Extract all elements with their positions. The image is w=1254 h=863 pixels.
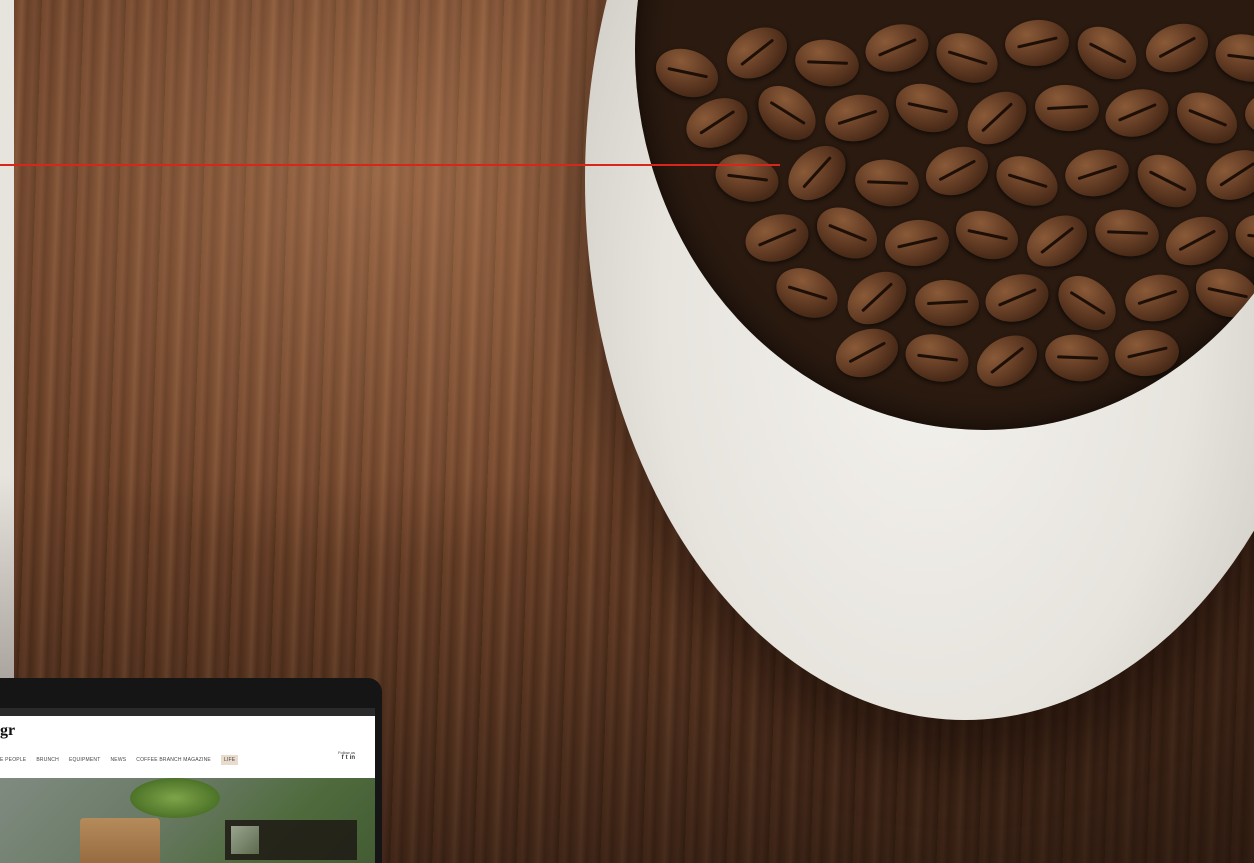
- coffee-bean: [851, 154, 923, 212]
- coffee-bean: [919, 138, 995, 204]
- coffee-bean: [928, 23, 1006, 93]
- coffee-bean: [747, 74, 827, 152]
- coffee-bean: [1113, 327, 1181, 379]
- social-icons: f t in: [338, 755, 355, 761]
- coffee-bean: [949, 202, 1025, 268]
- nav-item-news[interactable]: NEWS: [110, 757, 126, 763]
- linkedin-icon[interactable]: in: [350, 755, 355, 761]
- plant-image: [130, 778, 220, 818]
- coffee-bean: [777, 134, 857, 212]
- coffee-bean: [967, 325, 1047, 397]
- coffee-bean: [1033, 82, 1101, 134]
- coffee-bean: [821, 89, 893, 147]
- follow-box: Follow us f t in: [338, 750, 355, 761]
- coffee-bean: [1017, 205, 1097, 277]
- coffee-bean: [649, 40, 725, 106]
- coffee-bean: [889, 75, 965, 141]
- photo-scene: gr E PEOPLE BRUNCH EQUIPMENT NEWS COFFEE…: [0, 0, 1254, 863]
- coffee-bean: [1127, 143, 1207, 219]
- coffee-bean: [883, 217, 951, 269]
- coffee-bean: [957, 80, 1037, 156]
- coffee-bean: [1159, 208, 1235, 274]
- coffee-bean: [900, 327, 974, 389]
- annotation-line: [0, 164, 780, 166]
- nav-item-equipment[interactable]: EQUIPMENT: [69, 757, 101, 763]
- site-nav: E PEOPLE BRUNCH EQUIPMENT NEWS COFFEE BR…: [0, 754, 239, 766]
- pot-image: [80, 818, 160, 863]
- coffee-bean: [1167, 82, 1247, 154]
- coffee-bean: [791, 34, 863, 92]
- featured-thumbnail: [231, 826, 259, 854]
- nav-item-magazine[interactable]: COFFEE BRANCH MAGAZINE: [136, 757, 211, 763]
- coffee-bean: [837, 260, 917, 336]
- laptop: gr E PEOPLE BRUNCH EQUIPMENT NEWS COFFEE…: [0, 678, 382, 863]
- nav-item-people[interactable]: E PEOPLE: [0, 757, 26, 763]
- page-edge: [0, 0, 14, 700]
- hero-banner[interactable]: [0, 778, 375, 863]
- coffee-bean: [1139, 15, 1215, 81]
- coffee-bean: [1091, 204, 1163, 262]
- coffee-bean: [1100, 82, 1174, 144]
- coffee-bean: [717, 17, 797, 89]
- coffee-bean: [1210, 27, 1254, 89]
- coffee-bean: [1230, 207, 1254, 269]
- coffee-bean: [807, 197, 887, 269]
- coffee-bean: [1067, 15, 1147, 91]
- coffee-bean: [829, 320, 905, 386]
- coffee-bean: [710, 147, 784, 209]
- coffee-bean: [1061, 144, 1133, 202]
- nav-item-life[interactable]: LIFE: [220, 755, 239, 765]
- coffee-bean: [860, 17, 934, 79]
- coffee-bean: [768, 258, 846, 328]
- featured-card[interactable]: [225, 820, 357, 860]
- coffee-bean: [980, 267, 1054, 329]
- facebook-icon[interactable]: f: [342, 755, 344, 761]
- twitter-icon[interactable]: t: [346, 755, 348, 761]
- coffee-bean: [1003, 17, 1071, 69]
- coffee-bean: [1121, 269, 1193, 327]
- coffee-bean: [1243, 87, 1254, 139]
- coffee-bean: [678, 88, 756, 158]
- browser-topbar: [0, 708, 375, 716]
- laptop-screen: gr E PEOPLE BRUNCH EQUIPMENT NEWS COFFEE…: [0, 708, 375, 863]
- coffee-bean: [1041, 329, 1113, 387]
- site-logo[interactable]: gr: [0, 722, 15, 740]
- coffee-bean: [1198, 140, 1254, 210]
- nav-item-brunch[interactable]: BRUNCH: [36, 757, 59, 763]
- coffee-bean: [1047, 264, 1127, 342]
- coffee-bean: [988, 146, 1066, 216]
- coffee-bean: [1189, 260, 1254, 326]
- coffee-bean: [740, 207, 814, 269]
- coffee-bean: [913, 277, 981, 329]
